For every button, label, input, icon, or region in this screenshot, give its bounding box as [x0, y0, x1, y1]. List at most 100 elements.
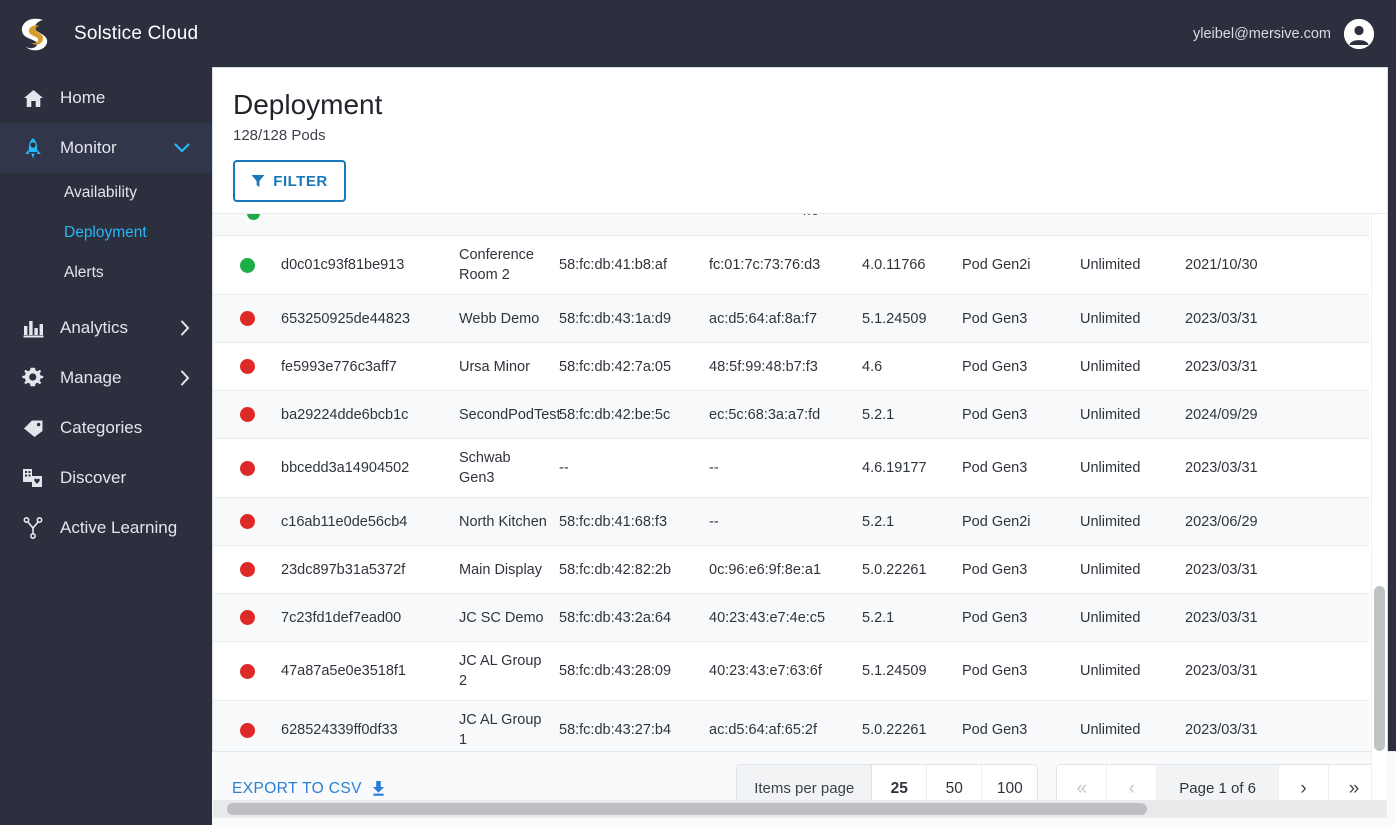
- sidebar-item-availability[interactable]: Availability: [0, 173, 212, 213]
- license-cell-text: Unlimited: [1080, 310, 1141, 327]
- discover-icon: [20, 466, 46, 490]
- export-to-csv-button[interactable]: EXPORT TO CSV: [232, 780, 387, 798]
- mac-address-2-cell-text: ac:d5:64:af:8a:f7: [709, 310, 818, 327]
- version-cell-text: 5.2.1: [862, 406, 895, 423]
- sidebar-item-deployment[interactable]: Deployment: [0, 213, 212, 253]
- version-cell-text: 5.2.1: [862, 513, 895, 530]
- mac-address-2-cell: ec:5c:68:3a:a7:fd: [709, 390, 862, 439]
- mac-address-2-cell: --: [709, 438, 862, 498]
- pods-table-scroll[interactable]: 4.0 d0c01c93f81be913 Conference Room 2 58:…: [213, 214, 1387, 800]
- table-row[interactable]: fe5993e776c3aff7 Ursa Minor 58:fc:db:42:7a…: [213, 342, 1369, 391]
- sidebar-item-discover[interactable]: Discover: [0, 453, 212, 503]
- vertical-scrollbar-thumb[interactable]: [1374, 586, 1385, 751]
- user-avatar-icon[interactable]: [1344, 18, 1374, 49]
- table-row[interactable]: ba29224dde6bcb1c SecondPodTest 58:fc:db:42…: [213, 390, 1369, 439]
- pod-name-cell: North Kitchen: [459, 497, 559, 546]
- status-dot-cell: [213, 593, 281, 642]
- account-area[interactable]: yleibel@mersive.com: [1193, 18, 1396, 49]
- status-dot: [240, 460, 255, 476]
- license-cell: Unlimited: [1080, 545, 1185, 594]
- app-root: Solstice Cloud yleibel@mersive.com Home: [0, 0, 1396, 825]
- date-cell-text: 2023/03/31: [1185, 561, 1258, 578]
- sidebar-item-label: Discover: [60, 468, 127, 487]
- table-row-partial[interactable]: 4.0: [213, 214, 1369, 236]
- sidebar-item-alerts[interactable]: Alerts: [0, 253, 212, 293]
- pod-name-cell-text: Ursa Minor: [459, 358, 530, 375]
- date-cell: 2021/10/30: [1185, 236, 1369, 295]
- license-cell-text: Unlimited: [1080, 722, 1141, 738]
- horizontal-scrollbar-thumb[interactable]: [227, 803, 1147, 815]
- pod-name-cell: SecondPodTest: [459, 390, 561, 439]
- mac-address-1-cell: --: [559, 438, 709, 498]
- chevron-down-icon[interactable]: [174, 143, 190, 153]
- version-cell-text: 5.0.22261: [862, 561, 927, 578]
- rocket-icon: [20, 136, 46, 160]
- license-cell-text: Unlimited: [1080, 358, 1141, 375]
- version-cell: 4.6.19177: [862, 438, 962, 498]
- model-cell-text: Pod Gen3: [962, 358, 1028, 375]
- date-cell: 2023/03/31: [1185, 438, 1369, 498]
- main-content: Deployment 128/128 Pods FILTER 4.0: [212, 67, 1396, 825]
- sidebar-item-label: Categories: [60, 418, 143, 437]
- table-row[interactable]: 653250925de44823 Webb Demo 58:fc:db:43:1a:…: [213, 294, 1369, 343]
- table-row[interactable]: 7c23fd1def7ead00 JC SC Demo 58:fc:db:43:2a…: [213, 593, 1369, 642]
- pod-id-cell-text: 7c23fd1def7ead00: [281, 609, 402, 626]
- version-cell: 4.6: [862, 342, 962, 391]
- pod-name-cell-text: Schwab Gen3: [459, 450, 511, 486]
- vertical-scrollbar[interactable]: [1371, 214, 1387, 800]
- mac-address-1-cell: 58:fc:db:42:be:5c: [559, 390, 709, 439]
- sidebar-item-active-learning[interactable]: Active Learning: [0, 503, 212, 553]
- table-row[interactable]: d0c01c93f81be913 Conference Room 2 58:fc:d…: [213, 236, 1369, 295]
- table-row[interactable]: 47a87a5e0e3518f1 JC AL Group 2 58:fc:db:43…: [213, 641, 1369, 701]
- pod-name-cell-text: JC AL Group 2: [459, 653, 542, 689]
- mac-address-1-cell: 58:fc:db:43:1a:d9: [559, 294, 709, 343]
- mac-address-1-cell-text: 58:fc:db:43:28:09: [559, 663, 672, 679]
- status-dot: [240, 359, 255, 374]
- brand[interactable]: Solstice Cloud: [0, 15, 198, 53]
- sidebar-item-analytics[interactable]: Analytics: [0, 303, 212, 353]
- sidebar-item-home[interactable]: Home: [0, 73, 212, 123]
- sidebar-item-manage[interactable]: Manage: [0, 353, 212, 403]
- model-cell-text: Pod Gen3: [962, 561, 1028, 578]
- model-cell-text: Pod Gen3: [962, 406, 1028, 423]
- model-cell-text: Pod Gen3: [962, 663, 1028, 679]
- license-cell-text: Unlimited: [1080, 406, 1141, 423]
- license-cell-text: Unlimited: [1080, 513, 1141, 530]
- sidebar-item-monitor[interactable]: Monitor: [0, 123, 212, 173]
- mac-address-1-cell-text: 58:fc:db:42:82:2b: [559, 561, 672, 578]
- mac-address-2-cell: 40:23:43:e7:63:6f: [709, 641, 862, 701]
- version-cell: 5.1.24509: [862, 641, 962, 701]
- model-cell-text: Pod Gen2i: [962, 257, 1031, 273]
- date-cell: 2024/09/29: [1185, 390, 1369, 439]
- pod-name-cell-text: SecondPodTest: [459, 406, 561, 423]
- license-cell-text: Unlimited: [1080, 663, 1141, 679]
- license-cell-text: Unlimited: [1080, 609, 1141, 626]
- pod-id-cell-text: 653250925de44823: [281, 310, 411, 327]
- version-cell-partial: 4.0: [799, 214, 819, 219]
- table-row[interactable]: bbcedd3a14904502 Schwab Gen3 -- -- 4.6.19177…: [213, 438, 1369, 498]
- filter-button[interactable]: FILTER: [233, 160, 346, 202]
- pod-id-cell-text: d0c01c93f81be913: [281, 257, 405, 273]
- mac-address-1-cell-text: 58:fc:db:41:b8:af: [559, 257, 668, 273]
- version-cell: 5.2.1: [862, 390, 962, 439]
- table-row[interactable]: c16ab11e0de56cb4 North Kitchen 58:fc:db:41…: [213, 497, 1369, 546]
- sidebar-item-categories[interactable]: Categories: [0, 403, 212, 453]
- chevron-right-icon[interactable]: [180, 370, 190, 386]
- version-cell-text: 4.6.19177: [862, 460, 927, 476]
- sidebar-subitem-label: Deployment: [64, 224, 147, 241]
- date-cell: 2023/03/31: [1185, 545, 1369, 594]
- horizontal-scrollbar[interactable]: [213, 800, 1387, 818]
- pod-name-cell: Schwab Gen3: [459, 438, 559, 498]
- pod-name-cell: Webb Demo: [459, 294, 559, 343]
- sidebar-item-label: Active Learning: [60, 518, 178, 537]
- mac-address-1-cell-text: 58:fc:db:42:7a:05: [559, 358, 672, 375]
- mac-address-2-cell: 0c:96:e6:9f:8e:a1: [709, 545, 862, 594]
- chevron-right-icon[interactable]: [180, 320, 190, 336]
- mac-address-2-cell: --: [709, 497, 862, 546]
- status-dot-cell: [213, 236, 281, 295]
- license-cell: Unlimited: [1080, 390, 1185, 439]
- pod-id-cell-text: c16ab11e0de56cb4: [281, 513, 408, 530]
- status-dot-cell: [213, 438, 281, 498]
- table-row[interactable]: 23dc897b31a5372f Main Display 58:fc:db:42:…: [213, 545, 1369, 594]
- license-cell: Unlimited: [1080, 438, 1185, 498]
